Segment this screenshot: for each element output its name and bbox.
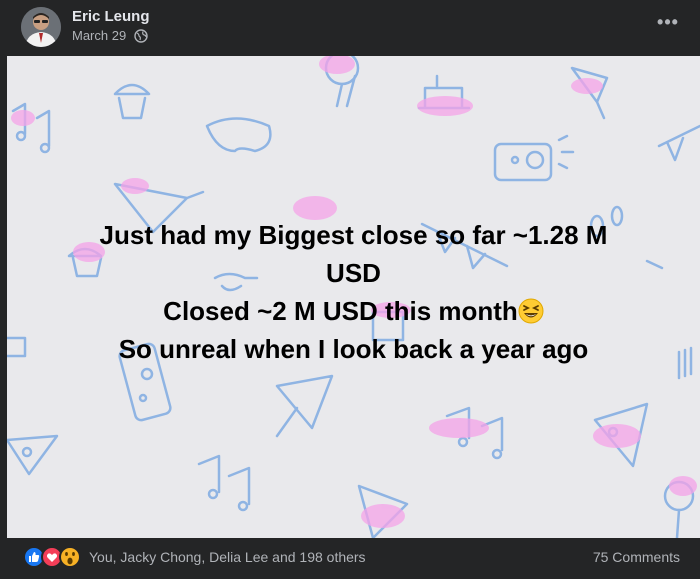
post-date[interactable]: March 29 <box>72 28 126 43</box>
globe-icon[interactable] <box>134 29 148 43</box>
author-name[interactable]: Eric Leung <box>72 8 150 25</box>
caption-line-1: Just had my Biggest close so far ~1.28 M <box>99 220 608 250</box>
grinning-squinting-face-emoji <box>518 298 544 324</box>
post-footer: You, Jacky Chong, Delia Lee and 198 othe… <box>0 538 700 579</box>
caption-line-4: So unreal when I look back a year ago <box>118 334 589 364</box>
caption-line-3-text: Closed ~2 M USD this month <box>163 296 518 326</box>
post-image[interactable]: Just had my Biggest close so far ~1.28 M… <box>7 56 700 538</box>
image-caption: Just had my Biggest close so far ~1.28 M… <box>7 216 700 368</box>
caption-line-3: Closed ~2 M USD this month <box>7 292 700 330</box>
author-avatar[interactable] <box>21 7 61 47</box>
reaction-icons[interactable] <box>23 546 85 568</box>
comment-count[interactable]: 75 Comments <box>593 549 680 565</box>
more-options-icon[interactable]: ••• <box>654 12 682 36</box>
reaction-summary[interactable]: You, Jacky Chong, Delia Lee and 198 othe… <box>89 549 366 565</box>
post-header: Eric Leung March 29 ••• <box>0 0 700 56</box>
caption-line-2: USD <box>326 258 381 288</box>
wow-icon <box>59 546 81 568</box>
